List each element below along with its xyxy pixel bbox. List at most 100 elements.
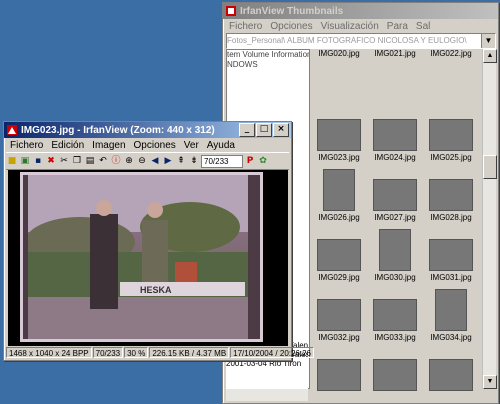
caption-buttons: _ □ × [238,123,289,137]
menu-fichero[interactable]: Fichero [225,21,266,32]
thumbnail-item[interactable]: IMG036.jpg [369,345,421,394]
tree-item[interactable]: NDOWS [227,60,309,70]
thumbnail-item[interactable]: IMG020.jpg [313,49,365,58]
slideshow-icon[interactable]: ▣ [19,155,31,167]
menu-ver[interactable]: Ver [180,140,203,151]
viewer-titlebar[interactable]: IMG023.jpg - IrfanView (Zoom: 440 x 312)… [4,122,291,138]
cut-icon[interactable]: ✂ [58,155,70,167]
zoom-out-icon[interactable]: ⊖ [136,155,148,167]
scroll-up-icon[interactable]: ▲ [483,49,497,63]
thumbnail-label: IMG020.jpg [318,49,360,58]
paste-icon[interactable]: ▤ [84,155,96,167]
thumbnail-item[interactable]: IMG033.jpg [369,285,421,342]
menu-sal[interactable]: Sal [412,21,434,32]
status-dimensions: 1468 x 1040 x 24 BPP [6,347,92,358]
thumbnail-label: IMG034.jpg [430,333,472,342]
scroll-thumb[interactable] [483,155,497,179]
thumbnail-label: IMG028.jpg [430,213,472,222]
thumbnail-item[interactable]: IMG035.jpg [313,345,365,394]
menu-visualizacion[interactable]: Visualización [317,21,383,32]
thumbnail-image [373,299,417,331]
tree-hscrollbar[interactable] [226,389,308,401]
thumbnail-image [317,119,361,151]
thumbnail-label: IMG033.jpg [374,333,416,342]
menu-edicion[interactable]: Edición [47,140,88,151]
zoom-in-icon[interactable]: ⊕ [123,155,135,167]
thumbnails-title: IrfanView Thumbnails [240,5,344,17]
thumbnail-image [373,179,417,211]
thumbnail-label: IMG031.jpg [430,273,472,282]
copy-icon[interactable]: ❐ [71,155,83,167]
thumbnail-label: IMG030.jpg [374,273,416,282]
viewer-toolbar: ■ ▣ ▪ ✖ ✂ ❐ ▤ ↶ ⓘ ⊕ ⊖ ◀ ▶ ⇞ ⇟ 70/233 P ✿ [6,152,289,170]
menu-para[interactable]: Para [383,21,412,32]
menu-ayuda[interactable]: Ayuda [203,140,239,151]
thumbnail-item[interactable]: IMG030.jpg [369,225,421,282]
thumbnail-item[interactable]: IMG029.jpg [313,225,365,282]
menu-opciones[interactable]: Opciones [130,140,180,151]
info-icon[interactable]: ⓘ [110,155,122,167]
thumbnail-label: IMG029.jpg [318,273,360,282]
thumbnail-label: IMG037.jpg [425,393,477,394]
thumbnail-label: IMG022.jpg [430,49,472,58]
image-canvas[interactable]: HESKA [8,170,288,346]
thumbnail-image [429,239,473,271]
thumbnail-item[interactable]: IMG021.jpg [369,49,421,58]
thumbnail-item[interactable]: IMG034.jpg [425,285,477,342]
thumbnail-image [429,119,473,151]
maximize-icon[interactable]: □ [256,123,272,137]
thumbnail-item[interactable]: IMG026.jpg [313,165,365,222]
undo-icon[interactable]: ↶ [97,155,109,167]
status-size: 226.15 KB / 4.37 MB [149,347,230,358]
thumbnail-label: IMG032.jpg [318,333,360,342]
thumbnail-item[interactable]: IMG027.jpg [369,165,421,222]
save-icon[interactable]: ▪ [32,155,44,167]
viewer-window: IMG023.jpg - IrfanView (Zoom: 440 x 312)… [3,121,315,361]
thumbnail-image [429,359,473,391]
thumbnail-item[interactable]: IMG031.jpg [425,225,477,282]
scroll-down-icon[interactable]: ▼ [483,375,497,389]
thumbnail-image [429,179,473,211]
thumbnail-image [317,359,361,391]
delete-icon[interactable]: ✖ [45,155,57,167]
thumbnail-label: IMG036.jpg [369,393,421,394]
photo-border [20,172,263,342]
thumbnail-grid: IMG020.jpg IMG021.jpg IMG022.jpg IMG023.jpg… [311,49,480,394]
thumbnail-item[interactable]: IMG028.jpg [425,165,477,222]
thumbnails-menubar: Fichero Opciones Visualización Para Sal [223,19,498,33]
thumbnail-item[interactable]: IMG037.jpg [425,345,477,394]
status-date: 17/10/2004 / 20:26:26 [230,347,315,358]
viewer-menubar: Fichero Edición Imagen Opciones Ver Ayud… [4,138,291,152]
last-icon[interactable]: ⇟ [188,155,200,167]
previous-icon[interactable]: ◀ [149,155,161,167]
viewer-title: IMG023.jpg - IrfanView (Zoom: 440 x 312) [21,124,215,136]
settings-icon[interactable]: ✿ [257,155,269,167]
folder-path-combo[interactable]: Fotos_Personal\ ALBUM FOTOGRAFICO NICOLO… [226,33,496,49]
viewer-statusbar: 1468 x 1040 x 24 BPP 70/233 30 % 226.15 … [6,347,315,358]
menu-opciones[interactable]: Opciones [266,21,316,32]
thumbnail-label: IMG023.jpg [318,153,360,162]
menu-imagen[interactable]: Imagen [88,140,129,151]
chevron-down-icon[interactable]: ▼ [481,34,495,48]
thumbnail-item[interactable]: IMG024.jpg [369,105,421,162]
thumbnail-image [379,229,411,271]
menu-fichero[interactable]: Fichero [6,140,47,151]
print-icon[interactable]: P [244,155,256,167]
minimize-icon[interactable]: _ [239,123,255,137]
thumbnails-titlebar[interactable]: IrfanView Thumbnails [223,3,498,19]
open-folder-icon[interactable]: ■ [6,155,18,167]
thumbnail-item[interactable]: IMG025.jpg [425,105,477,162]
thumbnail-label: IMG026.jpg [318,213,360,222]
tree-item[interactable]: tem Volume Information [227,50,309,60]
thumbnail-scrollbar[interactable]: ▲ ▼ [482,49,497,389]
status-zoom: 30 % [124,347,149,358]
close-icon[interactable]: × [273,123,289,137]
page-number-field[interactable]: 70/233 [201,154,243,168]
first-icon[interactable]: ⇞ [175,155,187,167]
thumbnail-item[interactable]: IMG023.jpg [313,105,365,162]
thumbnail-item[interactable]: IMG032.jpg [313,285,365,342]
thumbnail-item[interactable]: IMG022.jpg [425,49,477,58]
next-icon[interactable]: ▶ [162,155,174,167]
irfanview-icon [7,125,17,135]
thumbnail-image [317,239,361,271]
